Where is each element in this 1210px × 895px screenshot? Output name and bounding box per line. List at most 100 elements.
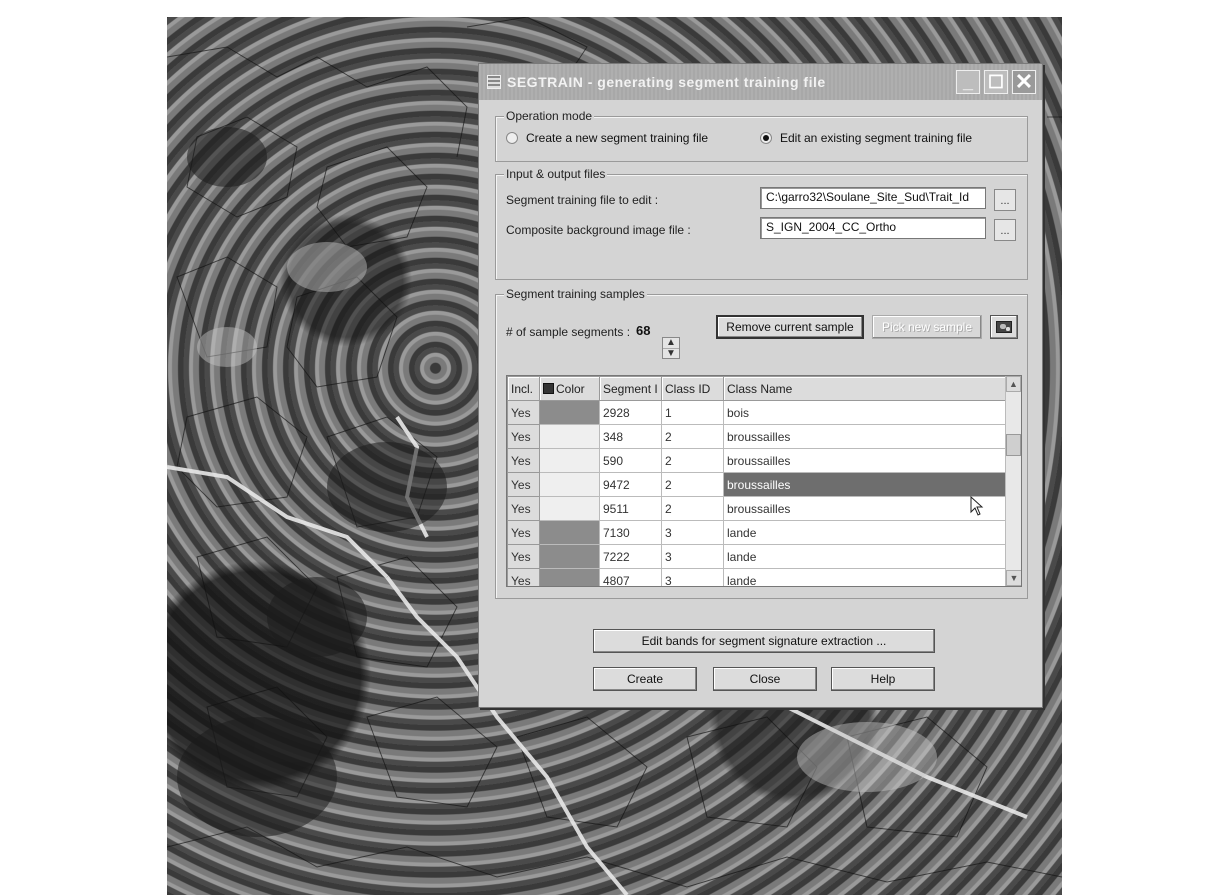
column-header-color[interactable]: Color <box>539 376 600 401</box>
spin-down-icon[interactable]: ▼ <box>663 348 679 359</box>
column-header-class-name[interactable]: Class Name <box>723 376 1008 401</box>
table-row[interactable]: Yes 4807 3 lande <box>507 568 1008 586</box>
cell-color[interactable] <box>539 448 600 473</box>
spin-up-icon[interactable]: ▲ <box>663 338 679 348</box>
window-title: SEGTRAIN - generating segment training f… <box>507 74 826 90</box>
edit-bands-button[interactable]: Edit bands for segment signature extract… <box>593 629 935 653</box>
table-header-row: Incl. Color Segment I Class ID Class Nam… <box>507 376 1008 401</box>
color-swatch <box>540 521 599 544</box>
cell-class-name[interactable]: lande <box>723 568 1008 586</box>
close-button[interactable]: Close <box>713 667 817 691</box>
cell-class-id[interactable]: 2 <box>661 424 724 449</box>
samples-group: Segment training samples # of sample seg… <box>495 287 1028 599</box>
map-view-button[interactable] <box>990 315 1018 339</box>
minimize-button[interactable]: _ <box>956 70 980 94</box>
scroll-up-icon[interactable]: ▲ <box>1006 376 1021 392</box>
training-file-input[interactable]: C:\garro32\Soulane_Site_Sud\Trait_Id <box>760 187 986 209</box>
cell-class-id[interactable]: 1 <box>661 400 724 425</box>
radio-edit-existing[interactable]: Edit an existing segment training file <box>760 131 972 145</box>
close-window-button[interactable]: ✕ <box>1012 70 1036 94</box>
cell-class-name[interactable]: broussailles <box>723 496 1008 521</box>
samples-scrollbar[interactable]: ▲ ▼ <box>1005 376 1021 586</box>
table-row[interactable]: Yes 2928 1 bois <box>507 400 1008 425</box>
segtrain-dialog: SEGTRAIN - generating segment training f… <box>478 63 1043 708</box>
cell-color[interactable] <box>539 568 600 586</box>
cell-color[interactable] <box>539 400 600 425</box>
cell-class-name[interactable]: lande <box>723 520 1008 545</box>
cell-class-id[interactable]: 3 <box>661 544 724 569</box>
radio-create-new[interactable]: Create a new segment training file <box>506 131 708 145</box>
color-swatch <box>540 497 599 520</box>
cell-class-id[interactable]: 2 <box>661 472 724 497</box>
remove-sample-button[interactable]: Remove current sample <box>716 315 864 339</box>
cell-color[interactable] <box>539 424 600 449</box>
cell-class-name[interactable]: lande <box>723 544 1008 569</box>
samples-group-label: Segment training samples <box>504 287 647 301</box>
background-image-label: Composite background image file : <box>506 223 691 237</box>
minimize-icon: _ <box>962 72 973 92</box>
app-icon <box>487 75 501 89</box>
scroll-thumb[interactable] <box>1006 434 1021 456</box>
cell-incl[interactable]: Yes <box>507 448 540 473</box>
cell-segment-id[interactable]: 4807 <box>599 568 662 586</box>
column-header-incl[interactable]: Incl. <box>507 376 540 401</box>
cell-incl[interactable]: Yes <box>507 424 540 449</box>
cell-class-name[interactable]: broussailles <box>723 448 1008 473</box>
samples-grid[interactable]: Incl. Color Segment I Class ID Class Nam… <box>506 375 1022 587</box>
maximize-button[interactable]: ☐ <box>984 70 1008 94</box>
create-button[interactable]: Create <box>593 667 697 691</box>
background-image-browse-button[interactable]: ... <box>994 219 1016 241</box>
table-row[interactable]: Yes 7130 3 lande <box>507 520 1008 545</box>
training-file-browse-button[interactable]: ... <box>994 189 1016 211</box>
cell-class-name[interactable]: bois <box>723 400 1008 425</box>
cell-incl[interactable]: Yes <box>507 544 540 569</box>
color-swatch <box>540 569 599 586</box>
help-button[interactable]: Help <box>831 667 935 691</box>
cell-color[interactable] <box>539 520 600 545</box>
radio-create-new-indicator[interactable] <box>506 132 518 144</box>
table-row[interactable]: Yes 590 2 broussailles <box>507 448 1008 473</box>
cell-class-id[interactable]: 3 <box>661 568 724 586</box>
cell-class-id[interactable]: 2 <box>661 496 724 521</box>
column-header-color-label: Color <box>556 381 585 396</box>
cell-segment-id[interactable]: 2928 <box>599 400 662 425</box>
radio-edit-existing-label: Edit an existing segment training file <box>780 131 973 145</box>
cell-segment-id[interactable]: 590 <box>599 448 662 473</box>
title-bar[interactable]: SEGTRAIN - generating segment training f… <box>479 64 1042 100</box>
table-row[interactable]: Yes 9511 2 broussailles <box>507 496 1008 521</box>
sample-count-spinner[interactable]: ▲ ▼ <box>662 337 680 359</box>
cell-class-name[interactable]: broussailles <box>723 424 1008 449</box>
sample-count-value: 68 <box>636 323 651 338</box>
column-header-class-id[interactable]: Class ID <box>661 376 724 401</box>
cell-class-id[interactable]: 2 <box>661 448 724 473</box>
cell-segment-id[interactable]: 348 <box>599 424 662 449</box>
cell-incl[interactable]: Yes <box>507 472 540 497</box>
cell-incl[interactable]: Yes <box>507 496 540 521</box>
samples-table: Incl. Color Segment I Class ID Class Nam… <box>507 376 1008 586</box>
cell-incl[interactable]: Yes <box>507 400 540 425</box>
background-image-input[interactable]: S_IGN_2004_CC_Ortho <box>760 217 986 239</box>
cell-segment-id[interactable]: 7130 <box>599 520 662 545</box>
cell-color[interactable] <box>539 496 600 521</box>
radio-edit-existing-indicator[interactable] <box>760 132 772 144</box>
table-row[interactable]: Yes 7222 3 lande <box>507 544 1008 569</box>
cell-class-name[interactable]: broussailles <box>723 472 1008 497</box>
cell-incl[interactable]: Yes <box>507 520 540 545</box>
table-row[interactable]: Yes 348 2 broussailles <box>507 424 1008 449</box>
scroll-down-icon[interactable]: ▼ <box>1006 570 1021 586</box>
table-row[interactable]: Yes 9472 2 broussailles <box>507 472 1008 497</box>
cell-incl[interactable]: Yes <box>507 568 540 586</box>
cell-color[interactable] <box>539 544 600 569</box>
cell-segment-id[interactable]: 7222 <box>599 544 662 569</box>
files-group-label: Input & output files <box>504 167 608 181</box>
operation-mode-label: Operation mode <box>504 109 595 123</box>
pick-sample-button[interactable]: Pick new sample <box>872 315 982 339</box>
color-swatch <box>540 545 599 568</box>
operation-mode-group: Operation mode Create a new segment trai… <box>495 109 1028 162</box>
cell-color[interactable] <box>539 472 600 497</box>
column-header-segment[interactable]: Segment I <box>599 376 662 401</box>
cell-class-id[interactable]: 3 <box>661 520 724 545</box>
cell-segment-id[interactable]: 9511 <box>599 496 662 521</box>
sample-count-label: # of sample segments : <box>506 325 631 339</box>
cell-segment-id[interactable]: 9472 <box>599 472 662 497</box>
